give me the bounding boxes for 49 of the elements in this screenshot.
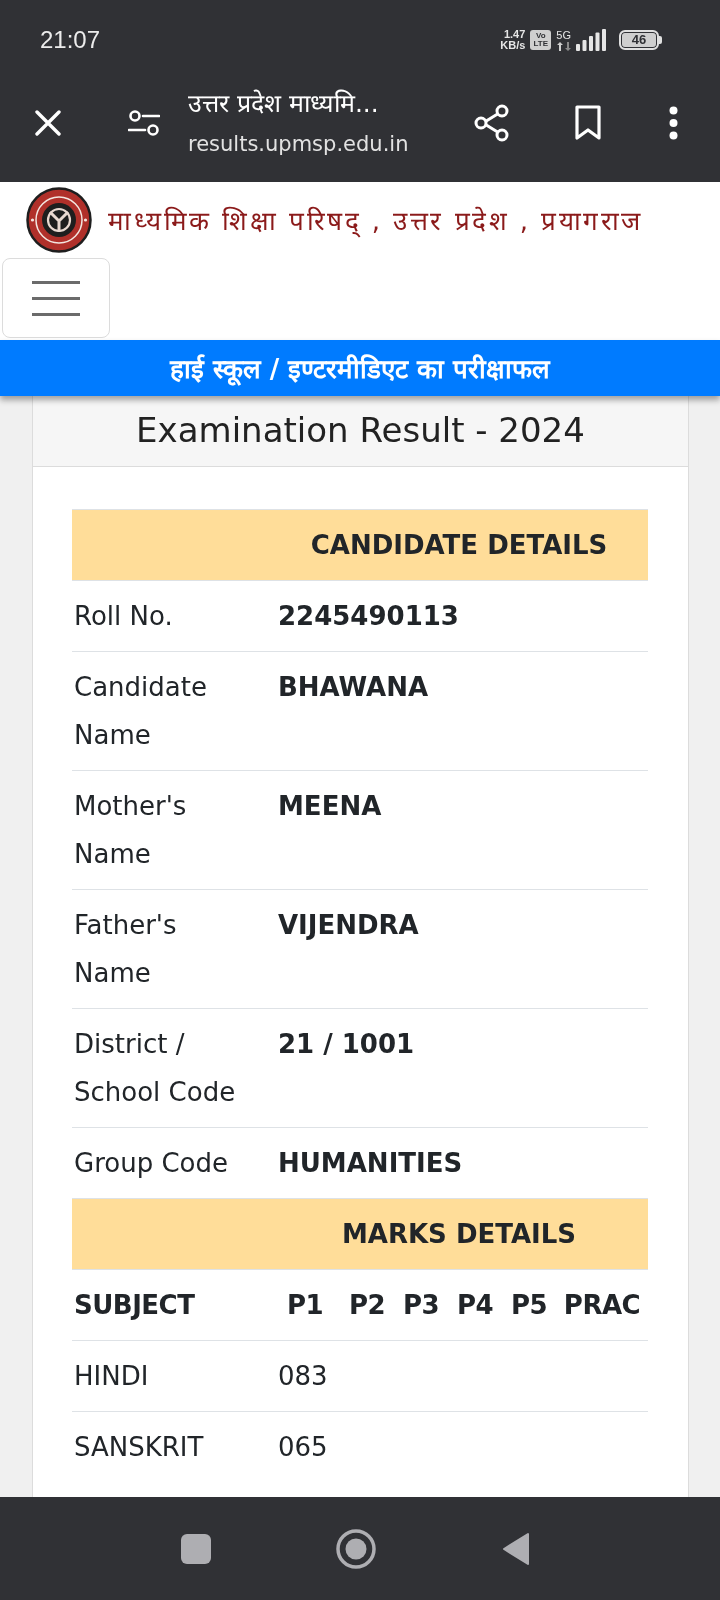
mark-value: 083 xyxy=(277,1360,328,1393)
clock-time: 21:07 xyxy=(40,26,101,54)
more-options-icon xyxy=(668,106,678,140)
mark-value: 065 xyxy=(277,1431,328,1464)
field-label: Candidate Name xyxy=(73,671,208,752)
square-icon xyxy=(181,1533,211,1564)
site-title: माध्यमिक शिक्षा परिषद् , उत्तर प्रदेश , प्रयागराज xyxy=(108,205,643,238)
network-type-label: 5G xyxy=(556,29,571,41)
page-url[interactable]: results.upmsp.edu.in xyxy=(188,129,466,159)
round-seal-icon[interactable] xyxy=(26,187,92,253)
close-icon xyxy=(35,110,61,136)
column-header: P3 xyxy=(402,1289,440,1322)
column-header: P4 xyxy=(456,1289,494,1322)
column-header: SUBJECT xyxy=(73,1289,195,1322)
circle-icon xyxy=(336,1528,376,1569)
signal-bars-icon xyxy=(576,29,606,51)
back-icon xyxy=(502,1531,530,1566)
menu-icon xyxy=(32,280,80,316)
battery-indicator: 46 xyxy=(619,30,662,50)
column-header: P2 xyxy=(348,1289,386,1322)
field-value: VIJENDRA xyxy=(277,909,419,942)
sliders-icon xyxy=(128,109,160,137)
field-value: BHAWANA xyxy=(277,671,429,704)
network-speed-unit: KB/s xyxy=(500,40,526,51)
field-label: Roll No. xyxy=(73,600,174,633)
column-header: PRAC xyxy=(563,1289,641,1322)
network-speed-value: 1.47 xyxy=(503,29,526,40)
section-title: MARKS DETAILS xyxy=(341,1218,577,1251)
field-label: Mother's Name xyxy=(73,790,188,871)
field-label: Father's Name xyxy=(73,909,178,990)
field-value: 2245490113 xyxy=(277,600,459,633)
field-label: Group Code xyxy=(73,1147,229,1180)
share-icon xyxy=(473,104,511,142)
column-header: P1 xyxy=(286,1289,324,1322)
page-title: उत्तर प्रदेश माध्यमि... xyxy=(188,88,380,120)
field-label: District / School Code xyxy=(73,1028,237,1109)
field-value: HUMANITIES xyxy=(277,1147,463,1180)
field-value: MEENA xyxy=(277,790,382,823)
bookmark-icon xyxy=(574,105,602,141)
column-header: P5 xyxy=(510,1289,548,1322)
result-banner: हाई स्कूल / इण्टरमीडिएट का परीक्षाफल xyxy=(0,340,720,396)
field-value: 21 / 1001 xyxy=(277,1028,415,1061)
subject-name: HINDI xyxy=(73,1360,149,1393)
volte-badge: Vo LTE xyxy=(530,30,552,50)
result-heading: Examination Result - 2024 xyxy=(136,410,585,450)
subject-name: SANSKRIT xyxy=(73,1431,204,1464)
data-arrows-icon xyxy=(556,41,571,51)
section-title: CANDIDATE DETAILS xyxy=(310,529,608,562)
menu-button[interactable] xyxy=(2,258,110,338)
